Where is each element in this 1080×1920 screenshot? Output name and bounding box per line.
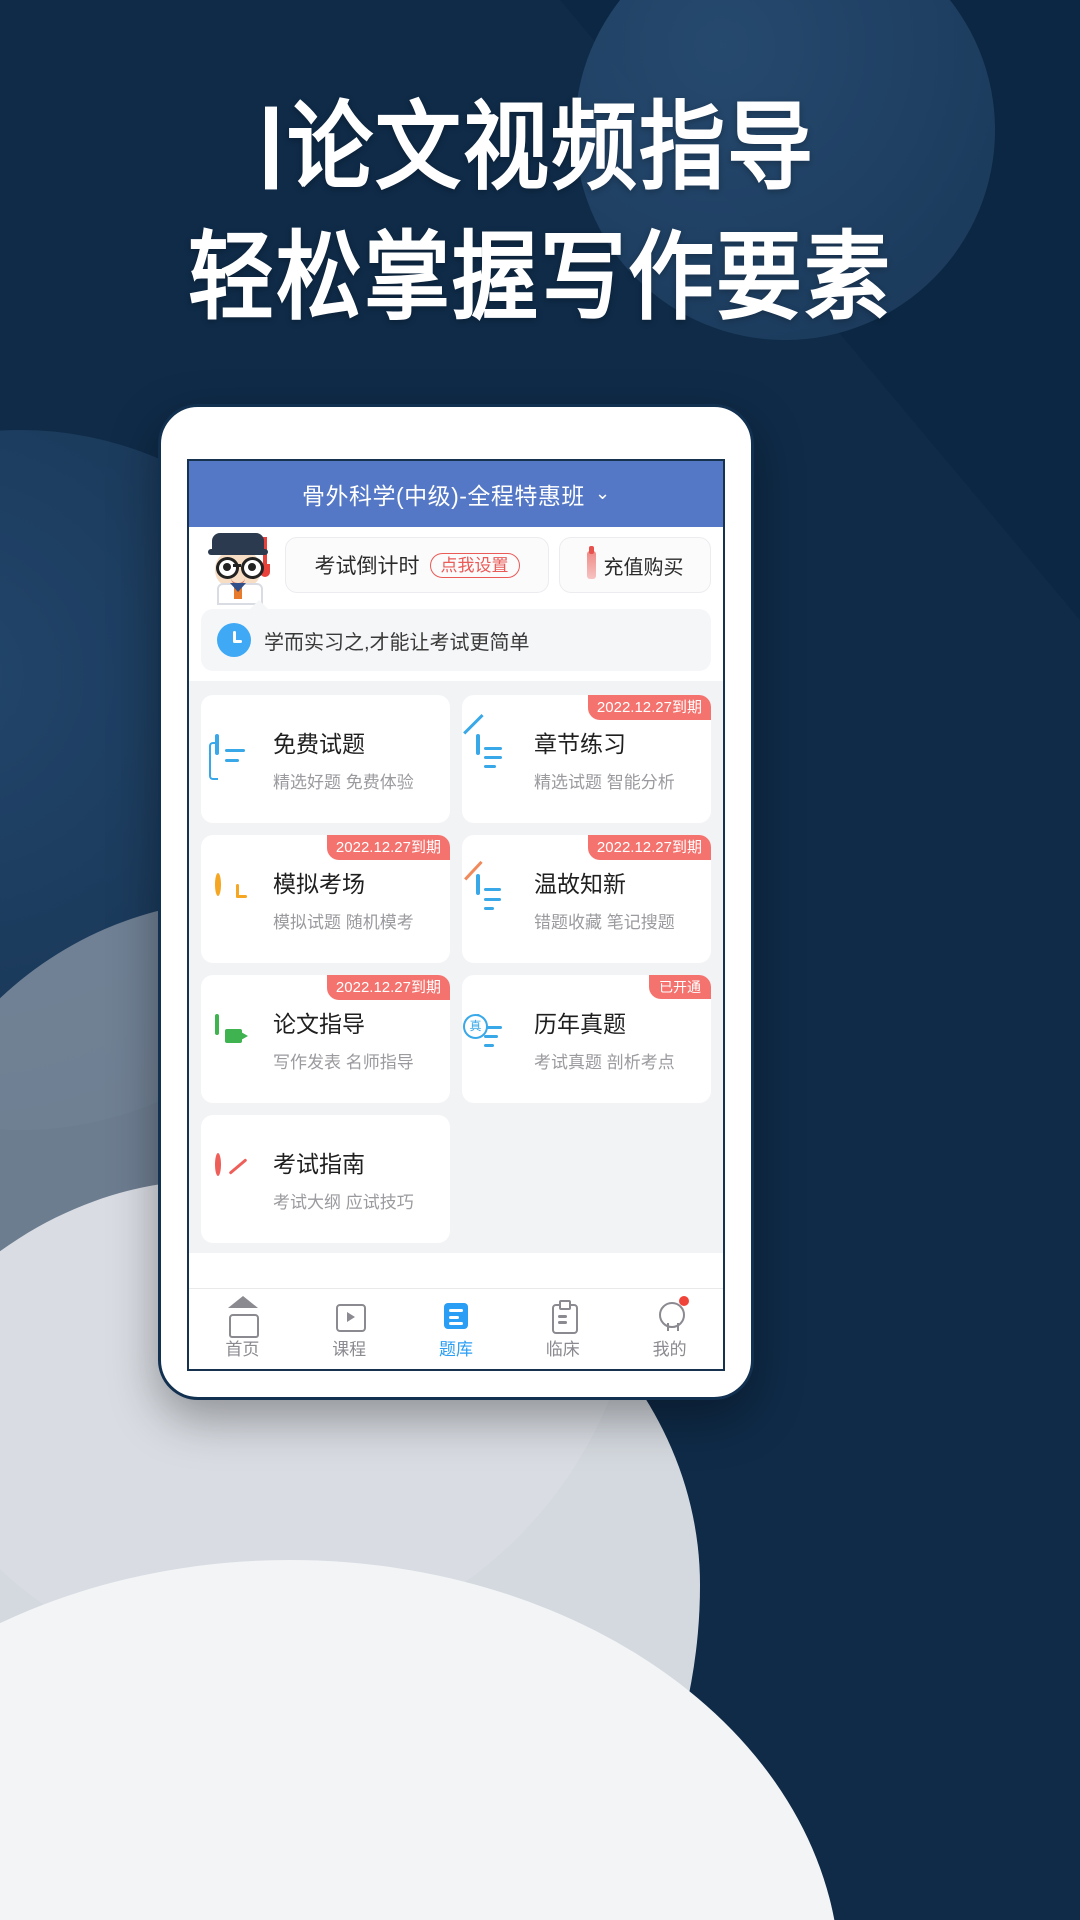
exam-countdown-button[interactable]: 考试倒计时 点我设置	[285, 537, 549, 593]
card-subtitle: 模拟试题 随机模考	[273, 913, 414, 932]
bottom-tab-bar: 首页 课程 题库 临床 我的	[189, 1288, 723, 1369]
card-title: 温故知新	[534, 871, 626, 897]
tab-mine[interactable]: 我的	[616, 1296, 723, 1360]
expiry-badge: 2022.12.27到期	[326, 835, 450, 860]
expiry-badge: 2022.12.27到期	[587, 695, 711, 720]
activated-badge: 已开通	[649, 975, 711, 999]
card-title: 免费试题	[273, 731, 365, 757]
card-subtitle: 考试大纲 应试技巧	[273, 1193, 414, 1212]
background-wave-white	[0, 1560, 840, 1920]
feature-card-past-papers[interactable]: 已开通 历年真题 考试真题 剖析考点	[462, 975, 711, 1103]
question-bank-icon	[441, 1298, 471, 1329]
card-subtitle: 错题收藏 笔记搜题	[534, 913, 675, 932]
recharge-label: 充值购买	[603, 556, 684, 579]
feature-card-mock-exam[interactable]: 2022.12.27到期 模拟考场 模拟试题 随机模考	[201, 835, 450, 963]
play-icon	[334, 1298, 367, 1332]
headline-accent-bar	[265, 106, 277, 190]
home-icon	[227, 1296, 260, 1338]
tab-question-bank[interactable]: 题库	[403, 1298, 510, 1360]
mascot-avatar	[201, 531, 275, 605]
card-subtitle: 考试真题 剖析考点	[534, 1053, 675, 1072]
feature-card-thesis-guide[interactable]: 2022.12.27到期 论文指导 写作发表 名师指导	[201, 975, 450, 1103]
notice-banner[interactable]: 学而实习之,才能让考试更简单	[201, 600, 711, 671]
feature-card-exam-guide[interactable]: 考试指南 考试大纲 应试技巧	[201, 1115, 450, 1243]
real-exam-icon	[476, 1014, 522, 1062]
chevron-down-icon[interactable]: ⌄	[595, 483, 610, 504]
compass-icon	[215, 1153, 261, 1202]
notice-text: 学而实习之,才能让考试更简单	[264, 631, 530, 654]
card-subtitle: 写作发表 名师指导	[273, 1053, 414, 1072]
feature-card-chapter-practice[interactable]: 2022.12.27到期 章节练习 精选试题 智能分析	[462, 695, 711, 823]
feature-card-review[interactable]: 2022.12.27到期 温故知新 错题收藏 笔记搜题	[462, 835, 711, 963]
notification-dot	[678, 1296, 689, 1306]
clock-icon	[217, 623, 251, 657]
course-title: 骨外科学(中级)-全程特惠班	[301, 483, 585, 509]
video-book-icon	[215, 1014, 261, 1062]
headline-line-2: 轻松掌握写作要素	[188, 222, 892, 334]
phone-screen: 骨外科学(中级)-全程特惠班 ⌄ 考试倒计时 点我设置 充值购买 学而实习之,才…	[187, 459, 725, 1371]
tab-label: 题库	[438, 1340, 473, 1359]
user-icon	[655, 1296, 689, 1331]
mascot-glasses-bridge	[233, 564, 241, 567]
tab-label: 课程	[332, 1340, 367, 1359]
expiry-badge: 2022.12.27到期	[587, 835, 711, 860]
card-title: 论文指导	[273, 1011, 365, 1037]
poster-headline: 论文视频指导 轻松掌握写作要素	[0, 92, 1080, 334]
card-subtitle: 精选好题 免费体验	[273, 773, 414, 792]
tab-home[interactable]: 首页	[189, 1296, 296, 1360]
headline-line-1-text: 论文视频指导	[287, 92, 815, 204]
expiry-badge: 2022.12.27到期	[326, 975, 450, 1000]
clipboard-icon	[548, 1298, 578, 1334]
card-subtitle: 精选试题 智能分析	[534, 773, 675, 792]
countdown-set-badge[interactable]: 点我设置	[429, 552, 520, 578]
document-icon	[215, 734, 261, 782]
tab-label: 首页	[225, 1340, 260, 1359]
phone-mockup: 骨外科学(中级)-全程特惠班 ⌄ 考试倒计时 点我设置 充值购买 学而实习之,才…	[158, 404, 754, 1400]
tab-clinical[interactable]: 临床	[509, 1298, 616, 1360]
edit-document-icon	[476, 734, 522, 782]
clock-icon	[215, 873, 261, 922]
countdown-label: 考试倒计时	[314, 555, 420, 578]
card-title: 章节练习	[534, 731, 626, 757]
recharge-buy-button[interactable]: 充值购买	[559, 537, 711, 593]
mascot-graduation-cap	[208, 533, 268, 555]
app-header-bar[interactable]: 骨外科学(中级)-全程特惠班 ⌄	[189, 461, 723, 527]
feature-card-free-questions[interactable]: 免费试题 精选好题 免费体验	[201, 695, 450, 823]
tab-label: 我的	[652, 1340, 687, 1359]
card-title: 考试指南	[273, 1151, 365, 1177]
tab-label: 临床	[545, 1340, 580, 1359]
countdown-row: 考试倒计时 点我设置 充值购买	[189, 527, 723, 605]
card-title: 历年真题	[534, 1011, 626, 1037]
note-edit-icon	[476, 874, 522, 922]
tab-courses[interactable]: 课程	[296, 1298, 403, 1360]
card-title: 模拟考场	[273, 871, 365, 897]
feature-card-grid: 免费试题 精选好题 免费体验 2022.12.27到期 章节练习 精选试题 智能…	[189, 681, 723, 1253]
headline-line-1: 论文视频指导	[0, 90, 1080, 206]
recharge-icon	[586, 546, 596, 579]
